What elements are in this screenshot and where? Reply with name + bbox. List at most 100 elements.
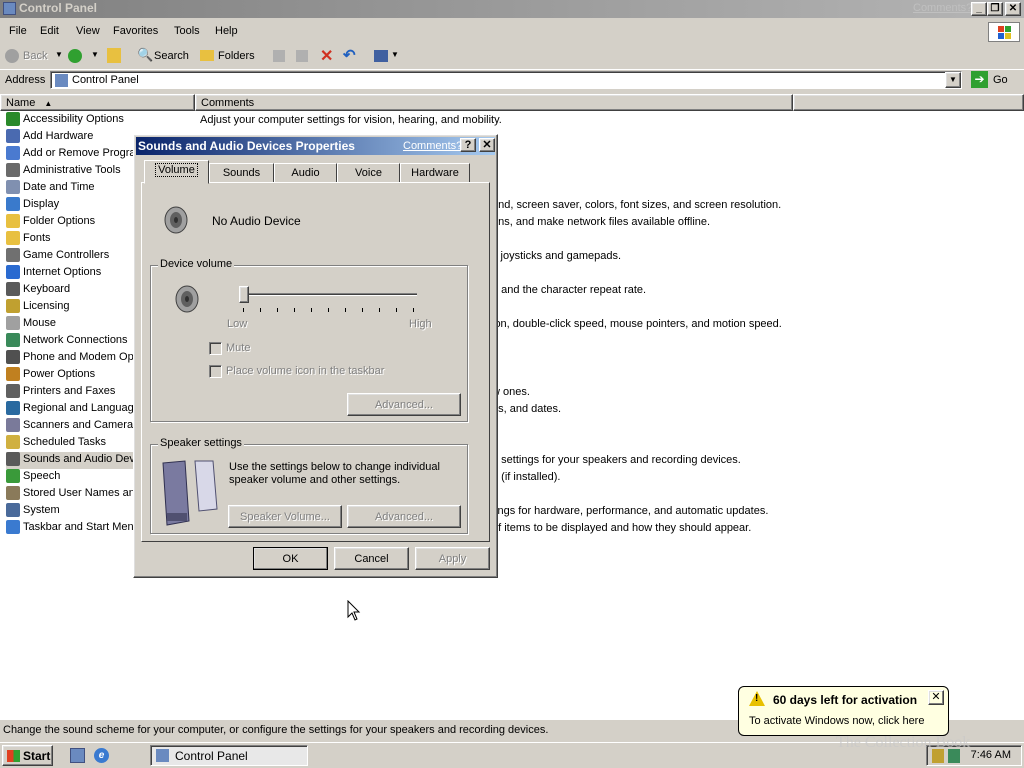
close-button[interactable]: ✕ [1005,2,1021,16]
item-icon [6,350,20,364]
folders-button[interactable]: Folders [218,50,255,62]
list-item[interactable]: Printers and Faxes [6,384,115,401]
address-input[interactable]: Control Panel ▼ [50,71,962,89]
column-header-comments[interactable]: Comments [195,94,793,111]
list-item[interactable]: Mouse [6,316,56,333]
back-arrow-icon[interactable] [5,49,19,63]
delete-icon[interactable]: ✕ [320,46,333,66]
speaker-text: Use the settings below to change individ… [229,461,440,486]
list-item[interactable]: Add Hardware [6,129,93,146]
move-to-icon[interactable] [273,50,285,62]
menu-file[interactable]: File [9,25,27,37]
item-name: Speech [23,469,61,482]
place-icon-checkbox[interactable] [209,365,222,378]
start-button[interactable]: Start [2,745,53,766]
volume-slider[interactable] [239,286,419,316]
item-icon [6,452,20,466]
list-item[interactable]: Internet Options [6,265,101,282]
list-item[interactable]: Scheduled Tasks [6,435,106,452]
slider-thumb[interactable] [239,286,249,303]
item-name: Taskbar and Start Men [23,520,134,533]
address-dropdown-button[interactable]: ▼ [945,72,961,88]
tab-sounds[interactable]: Sounds [209,163,274,183]
item-name: Licensing [23,299,70,312]
folders-icon[interactable] [200,50,214,61]
menu-edit[interactable]: Edit [40,25,59,37]
list-item[interactable]: Taskbar and Start Men [6,520,134,537]
column-header-name[interactable]: Name ▲ [0,94,195,111]
list-item[interactable]: Game Controllers [6,248,109,265]
quicklaunch-desktop-icon[interactable] [70,748,85,763]
go-button[interactable]: ➔ Go [970,71,1020,89]
item-name: Power Options [23,367,96,380]
balloon-close-button[interactable]: ✕ [928,690,944,705]
search-button[interactable]: Search [154,50,189,62]
item-icon [6,231,20,245]
list-item[interactable]: Date and Time [6,180,95,197]
list-item[interactable]: Scanners and Cameras [6,418,139,435]
copy-to-icon[interactable] [296,50,308,62]
menu-tools[interactable]: Tools [174,25,200,37]
go-arrow-icon: ➔ [971,71,988,88]
list-item[interactable]: Network Connections [6,333,128,350]
list-item[interactable]: Stored User Names an [6,486,135,503]
item-name: Keyboard [23,282,71,295]
undo-icon[interactable]: ↶ [343,46,356,64]
item-icon [6,384,20,398]
restore-button[interactable]: ❐ [987,2,1003,16]
quicklaunch-ie-icon[interactable]: e [94,748,109,763]
list-item[interactable]: Power Options [6,367,95,384]
start-label: Start [23,749,51,763]
slider-track [239,293,417,296]
speaker-advanced-button[interactable]: Advanced... [347,505,461,528]
cancel-button[interactable]: Cancel [334,547,409,570]
menu-help[interactable]: Help [215,25,238,37]
taskbar-control-panel-button[interactable]: Control Panel [150,745,308,766]
comments-link[interactable]: Comments? [913,2,972,14]
list-item[interactable]: Regional and Language [6,401,140,418]
dialog-help-button[interactable]: ? [460,138,476,152]
forward-dropdown-icon[interactable]: ▼ [91,50,99,59]
status-text: Change the sound scheme for your compute… [3,724,549,736]
ok-button[interactable]: OK [253,547,328,570]
column-comments-label: Comments [201,97,255,109]
list-item[interactable]: Speech [6,469,60,486]
item-icon [6,435,20,449]
list-item[interactable]: Add or Remove Progra [6,146,136,163]
apply-button[interactable]: Apply [415,547,490,570]
activation-balloon[interactable]: ! 60 days left for activation To activat… [738,686,949,736]
balloon-body[interactable]: To activate Windows now, click here [749,715,924,727]
mute-checkbox[interactable] [209,342,222,355]
list-item[interactable]: Fonts [6,231,51,248]
views-icon[interactable] [374,50,388,62]
tab-hardware[interactable]: Hardware [400,163,470,183]
back-dropdown-icon[interactable]: ▼ [55,50,63,59]
list-item[interactable]: Folder Options [6,214,95,231]
item-name: Game Controllers [23,248,110,261]
list-item[interactable]: Licensing [6,299,69,316]
minimize-button[interactable]: _ [971,2,987,16]
dialog-title: Sounds and Audio Devices Properties [138,139,355,153]
dialog-close-button[interactable]: ✕ [479,138,495,152]
back-button[interactable]: Back [23,50,47,62]
list-item[interactable]: Display [6,197,59,214]
volume-speaker-icon [175,285,199,313]
list-item[interactable]: System [6,503,60,520]
item-comment: s joysticks and gamepads. [492,250,622,262]
list-item[interactable]: Accessibility Options [6,112,124,129]
views-dropdown-icon[interactable]: ▼ [391,50,399,59]
speaker-volume-button[interactable]: Speaker Volume... [228,505,342,528]
menu-view[interactable]: View [76,25,100,37]
tab-voice[interactable]: Voice [337,163,400,183]
forward-arrow-icon[interactable] [68,49,82,63]
menu-favorites[interactable]: Favorites [113,25,158,37]
up-folder-icon[interactable] [107,48,121,63]
tab-volume[interactable]: Volume [144,160,209,184]
volume-advanced-button[interactable]: Advanced... [347,393,461,416]
tab-audio[interactable]: Audio [274,163,337,183]
dialog-comments-link[interactable]: Comments? [403,140,462,152]
list-item[interactable]: Phone and Modem Opt [6,350,137,367]
list-item[interactable]: Administrative Tools [6,163,121,180]
search-icon[interactable]: 🔍 [137,47,153,63]
list-item[interactable]: Keyboard [6,282,70,299]
